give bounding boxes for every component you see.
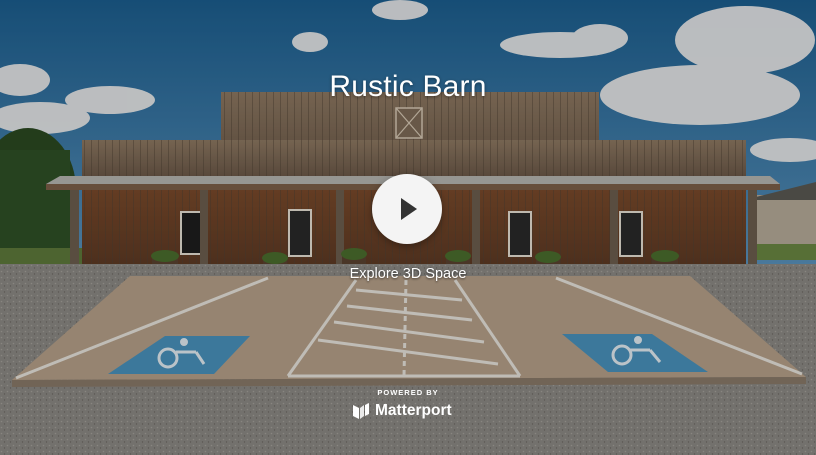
matterport-viewer[interactable]: Rustic Barn Explore 3D Space POWERED BY … [0,0,816,455]
powered-by-label: POWERED BY [377,388,439,397]
matterport-brand-link[interactable]: Matterport [352,400,452,422]
tour-title: Rustic Barn [329,70,487,103]
matterport-logo-icon [353,403,369,419]
matterport-brand-name: Matterport [375,402,452,419]
play-icon [401,198,417,220]
explore-3d-space-link[interactable]: Explore 3D Space [0,266,816,282]
play-button[interactable] [372,174,442,244]
